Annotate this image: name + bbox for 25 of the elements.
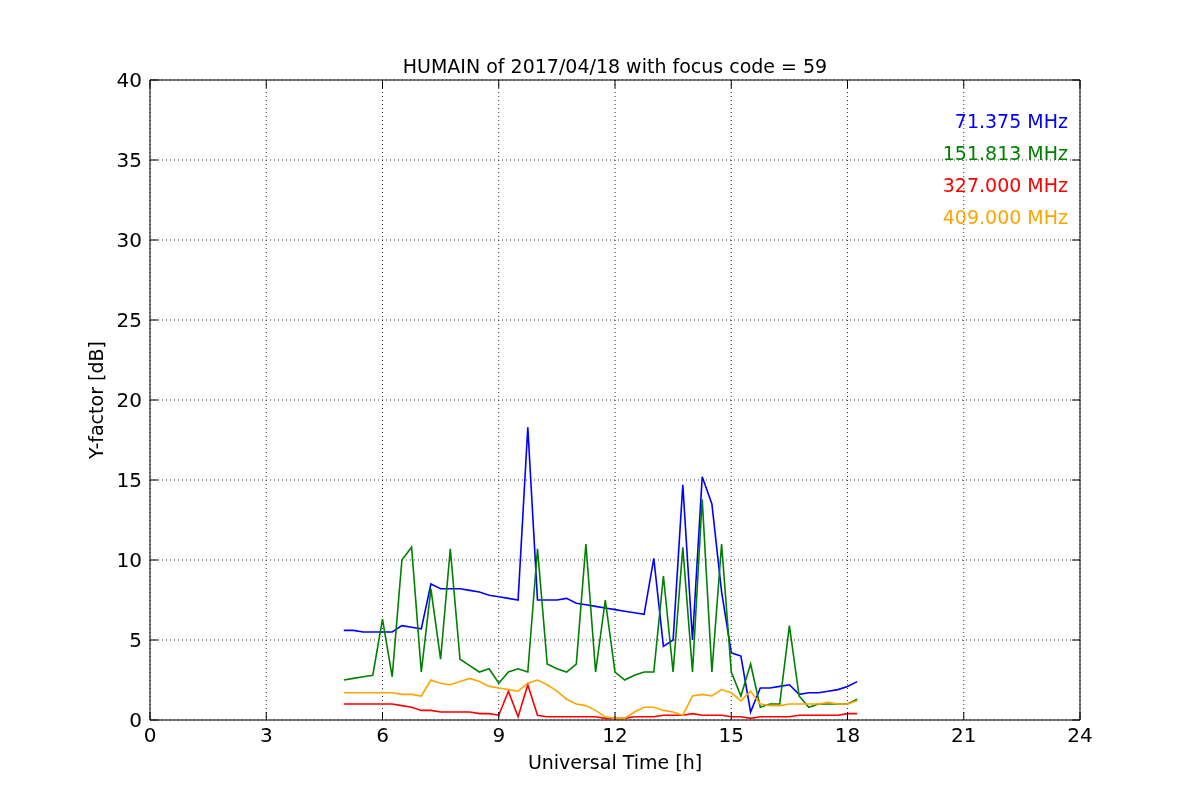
x-tick-label: 0 — [143, 723, 157, 747]
y-tick-label: 0 — [129, 708, 142, 732]
x-tick-label: 24 — [1067, 723, 1093, 747]
x-tick-label: 3 — [259, 723, 273, 747]
legend-label: 327.000 MHz — [942, 174, 1068, 196]
x-tick-label: 9 — [492, 723, 506, 747]
y-tick-label: 5 — [129, 628, 142, 652]
y-tick-label: 25 — [116, 308, 142, 332]
legend-label: 409.000 MHz — [942, 206, 1068, 228]
legend-label: 151.813 MHz — [942, 142, 1068, 164]
x-axis-label: Universal Time [h] — [527, 751, 703, 773]
y-tick-label: 30 — [116, 228, 142, 252]
y-tick-label: 20 — [116, 388, 142, 412]
y-tick-label: 35 — [116, 148, 142, 172]
x-tick-label: 21 — [951, 723, 977, 747]
x-tick-label: 15 — [718, 723, 744, 747]
y-tick-label: 10 — [116, 548, 142, 572]
x-tick-label: 6 — [376, 723, 389, 747]
y-tick-label: 15 — [116, 468, 142, 492]
chart-title: HUMAIN of 2017/04/18 with focus code = 59 — [402, 55, 828, 77]
y-tick-label: 40 — [116, 68, 142, 92]
y-axis-label: Y-factor [dB] — [85, 341, 107, 459]
x-tick-label: 12 — [602, 723, 628, 747]
legend-label: 71.375 MHz — [954, 110, 1068, 132]
x-tick-label: 18 — [834, 723, 861, 747]
